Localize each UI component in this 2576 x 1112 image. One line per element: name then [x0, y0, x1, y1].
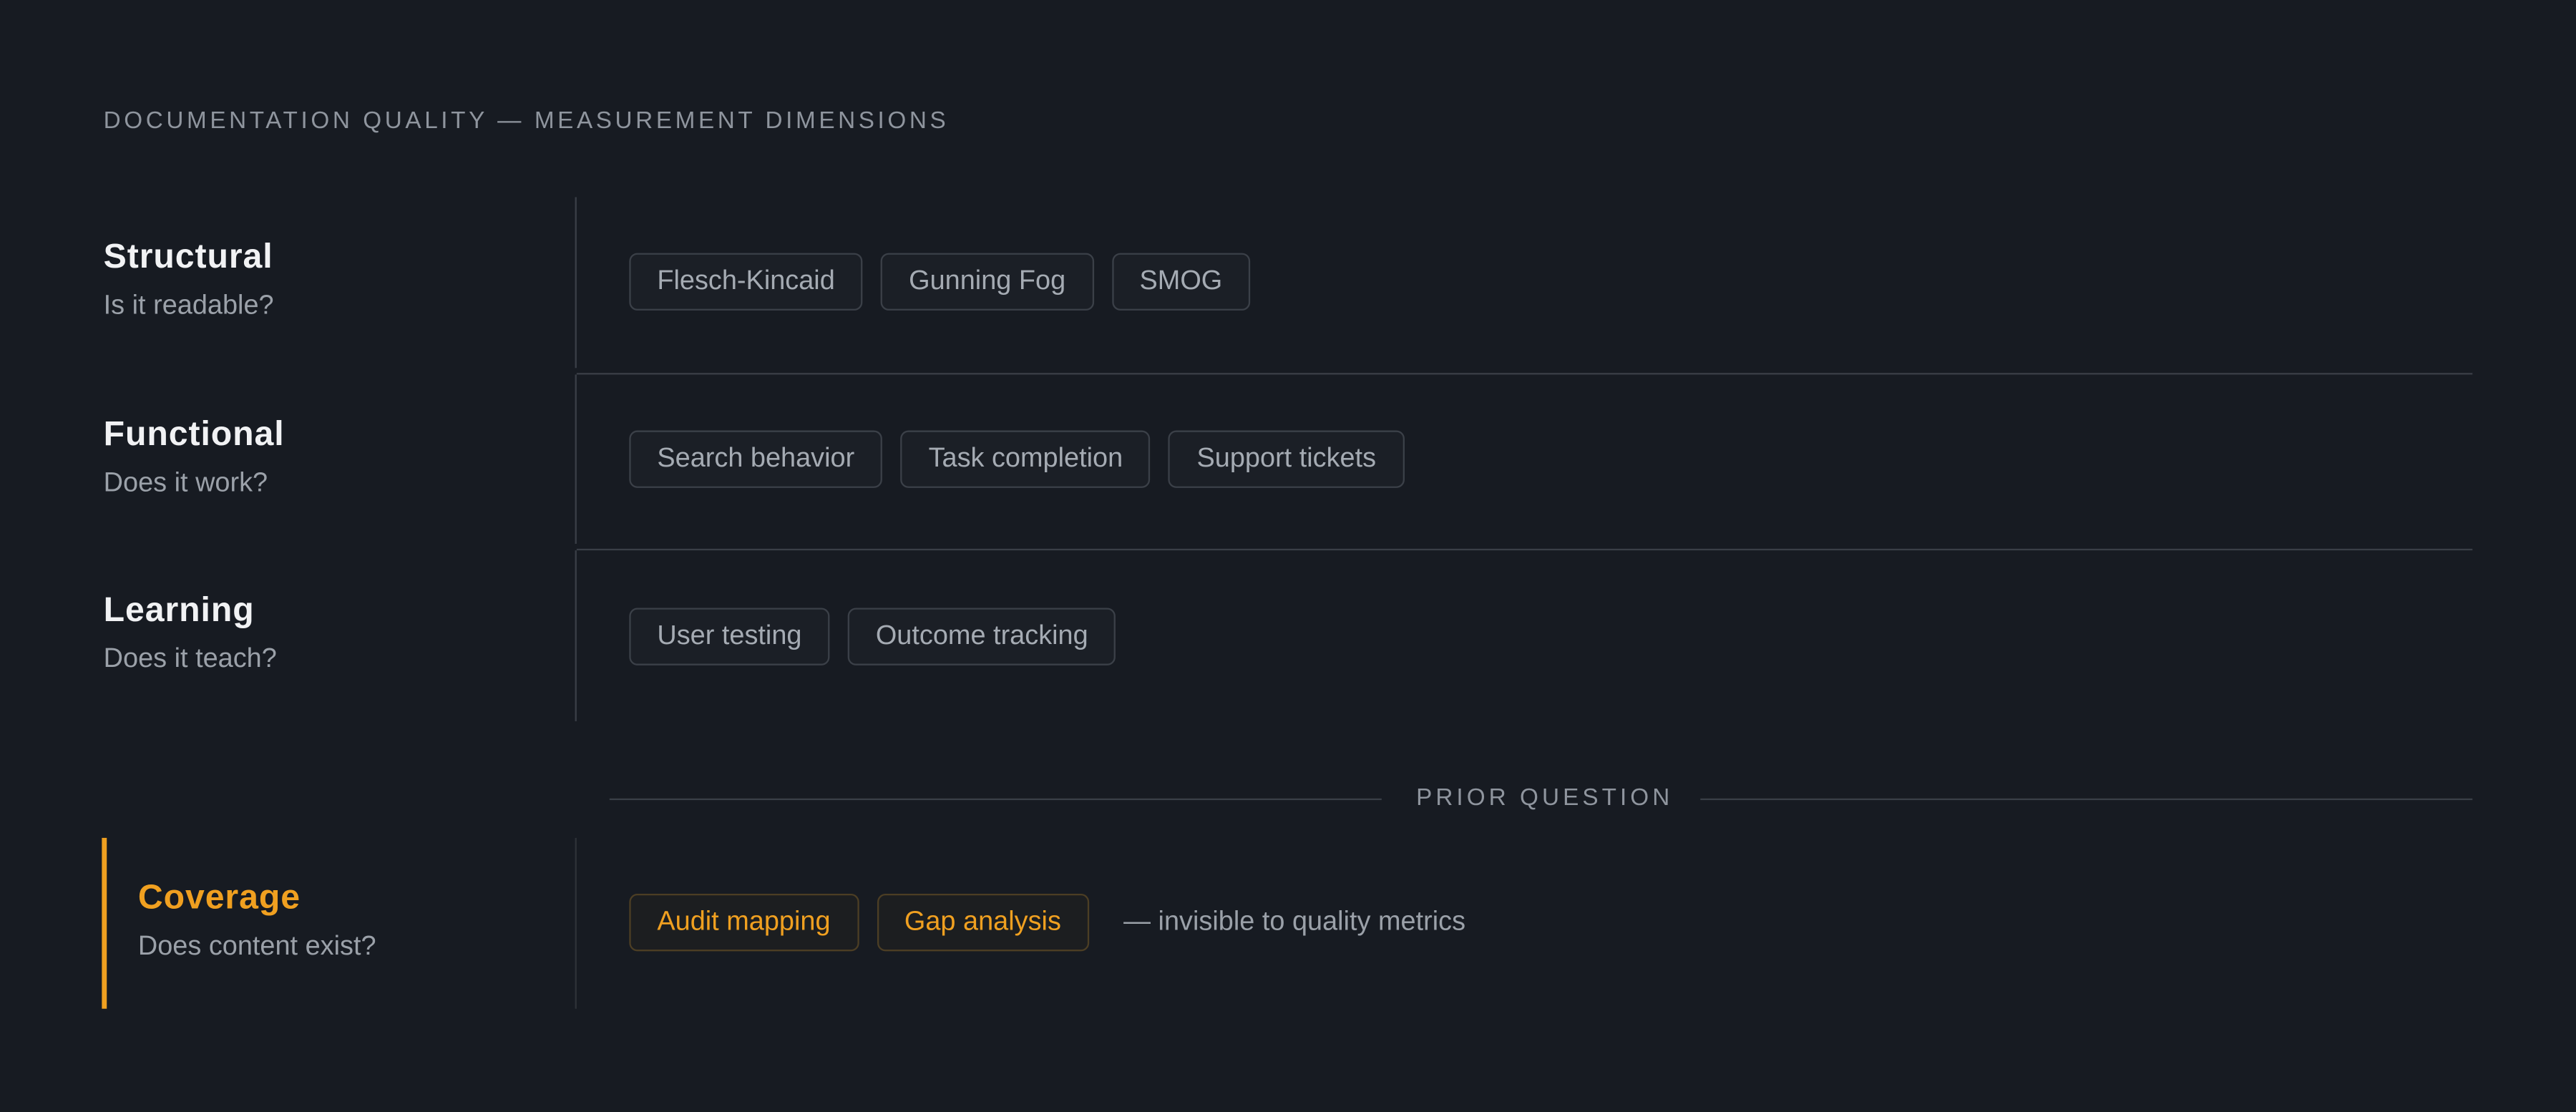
coverage-method-chip: Audit mapping [629, 893, 859, 952]
coverage-question: Does content exist? [137, 931, 376, 962]
method-chip: Support tickets [1169, 430, 1405, 488]
method-chip: Search behavior [629, 430, 883, 488]
method-chips: Search behavior Task completion Support … [629, 430, 1405, 488]
diagram-canvas: DOCUMENTATION QUALITY — MEASUREMENT DIME… [0, 0, 2576, 1112]
method-chips: User testing Outcome tracking [629, 608, 1116, 665]
method-chip: Flesch-Kincaid [629, 253, 863, 311]
dimension-name: Learning [103, 591, 255, 630]
row-divider [576, 373, 2473, 375]
diagram-title: DOCUMENTATION QUALITY — MEASUREMENT DIME… [103, 108, 950, 135]
method-chip: Outcome tracking [847, 608, 1116, 665]
row-divider [576, 548, 2473, 551]
coverage-method-chips: Audit mapping Gap analysis — invisible t… [629, 893, 1466, 952]
divider-line-right [1700, 798, 2473, 801]
coverage-method-chip: Gap analysis [876, 893, 1089, 952]
dimension-question: Is it readable? [103, 291, 274, 321]
dimension-question: Does it teach? [103, 643, 277, 674]
dimension-label: Learning Does it teach? [104, 592, 277, 676]
divider-label: PRIOR QUESTION [1416, 785, 1674, 812]
divider-line-left [609, 798, 1382, 801]
dimension-name: Functional [103, 415, 285, 454]
row-separator-vertical [575, 197, 577, 369]
coverage-label: Coverage Does content exist? [138, 879, 376, 962]
method-chip: Task completion [900, 430, 1151, 488]
dimension-label: Structural Is it readable? [104, 238, 274, 322]
dimension-label: Functional Does it work? [104, 416, 285, 499]
coverage-accent-bar [102, 837, 107, 1009]
row-separator-vertical [575, 374, 577, 544]
method-chip: SMOG [1111, 253, 1251, 311]
row-separator-vertical [575, 837, 577, 1009]
method-chip: User testing [629, 608, 830, 665]
coverage-name: Coverage [137, 879, 301, 917]
row-separator-vertical [575, 550, 577, 721]
dimension-question: Does it work? [103, 468, 268, 498]
dimension-name: Structural [103, 238, 273, 276]
method-chips: Flesch-Kincaid Gunning Fog SMOG [629, 253, 1251, 311]
method-chip: Gunning Fog [881, 253, 1094, 311]
coverage-note: — invisible to quality metrics [1123, 907, 1466, 937]
